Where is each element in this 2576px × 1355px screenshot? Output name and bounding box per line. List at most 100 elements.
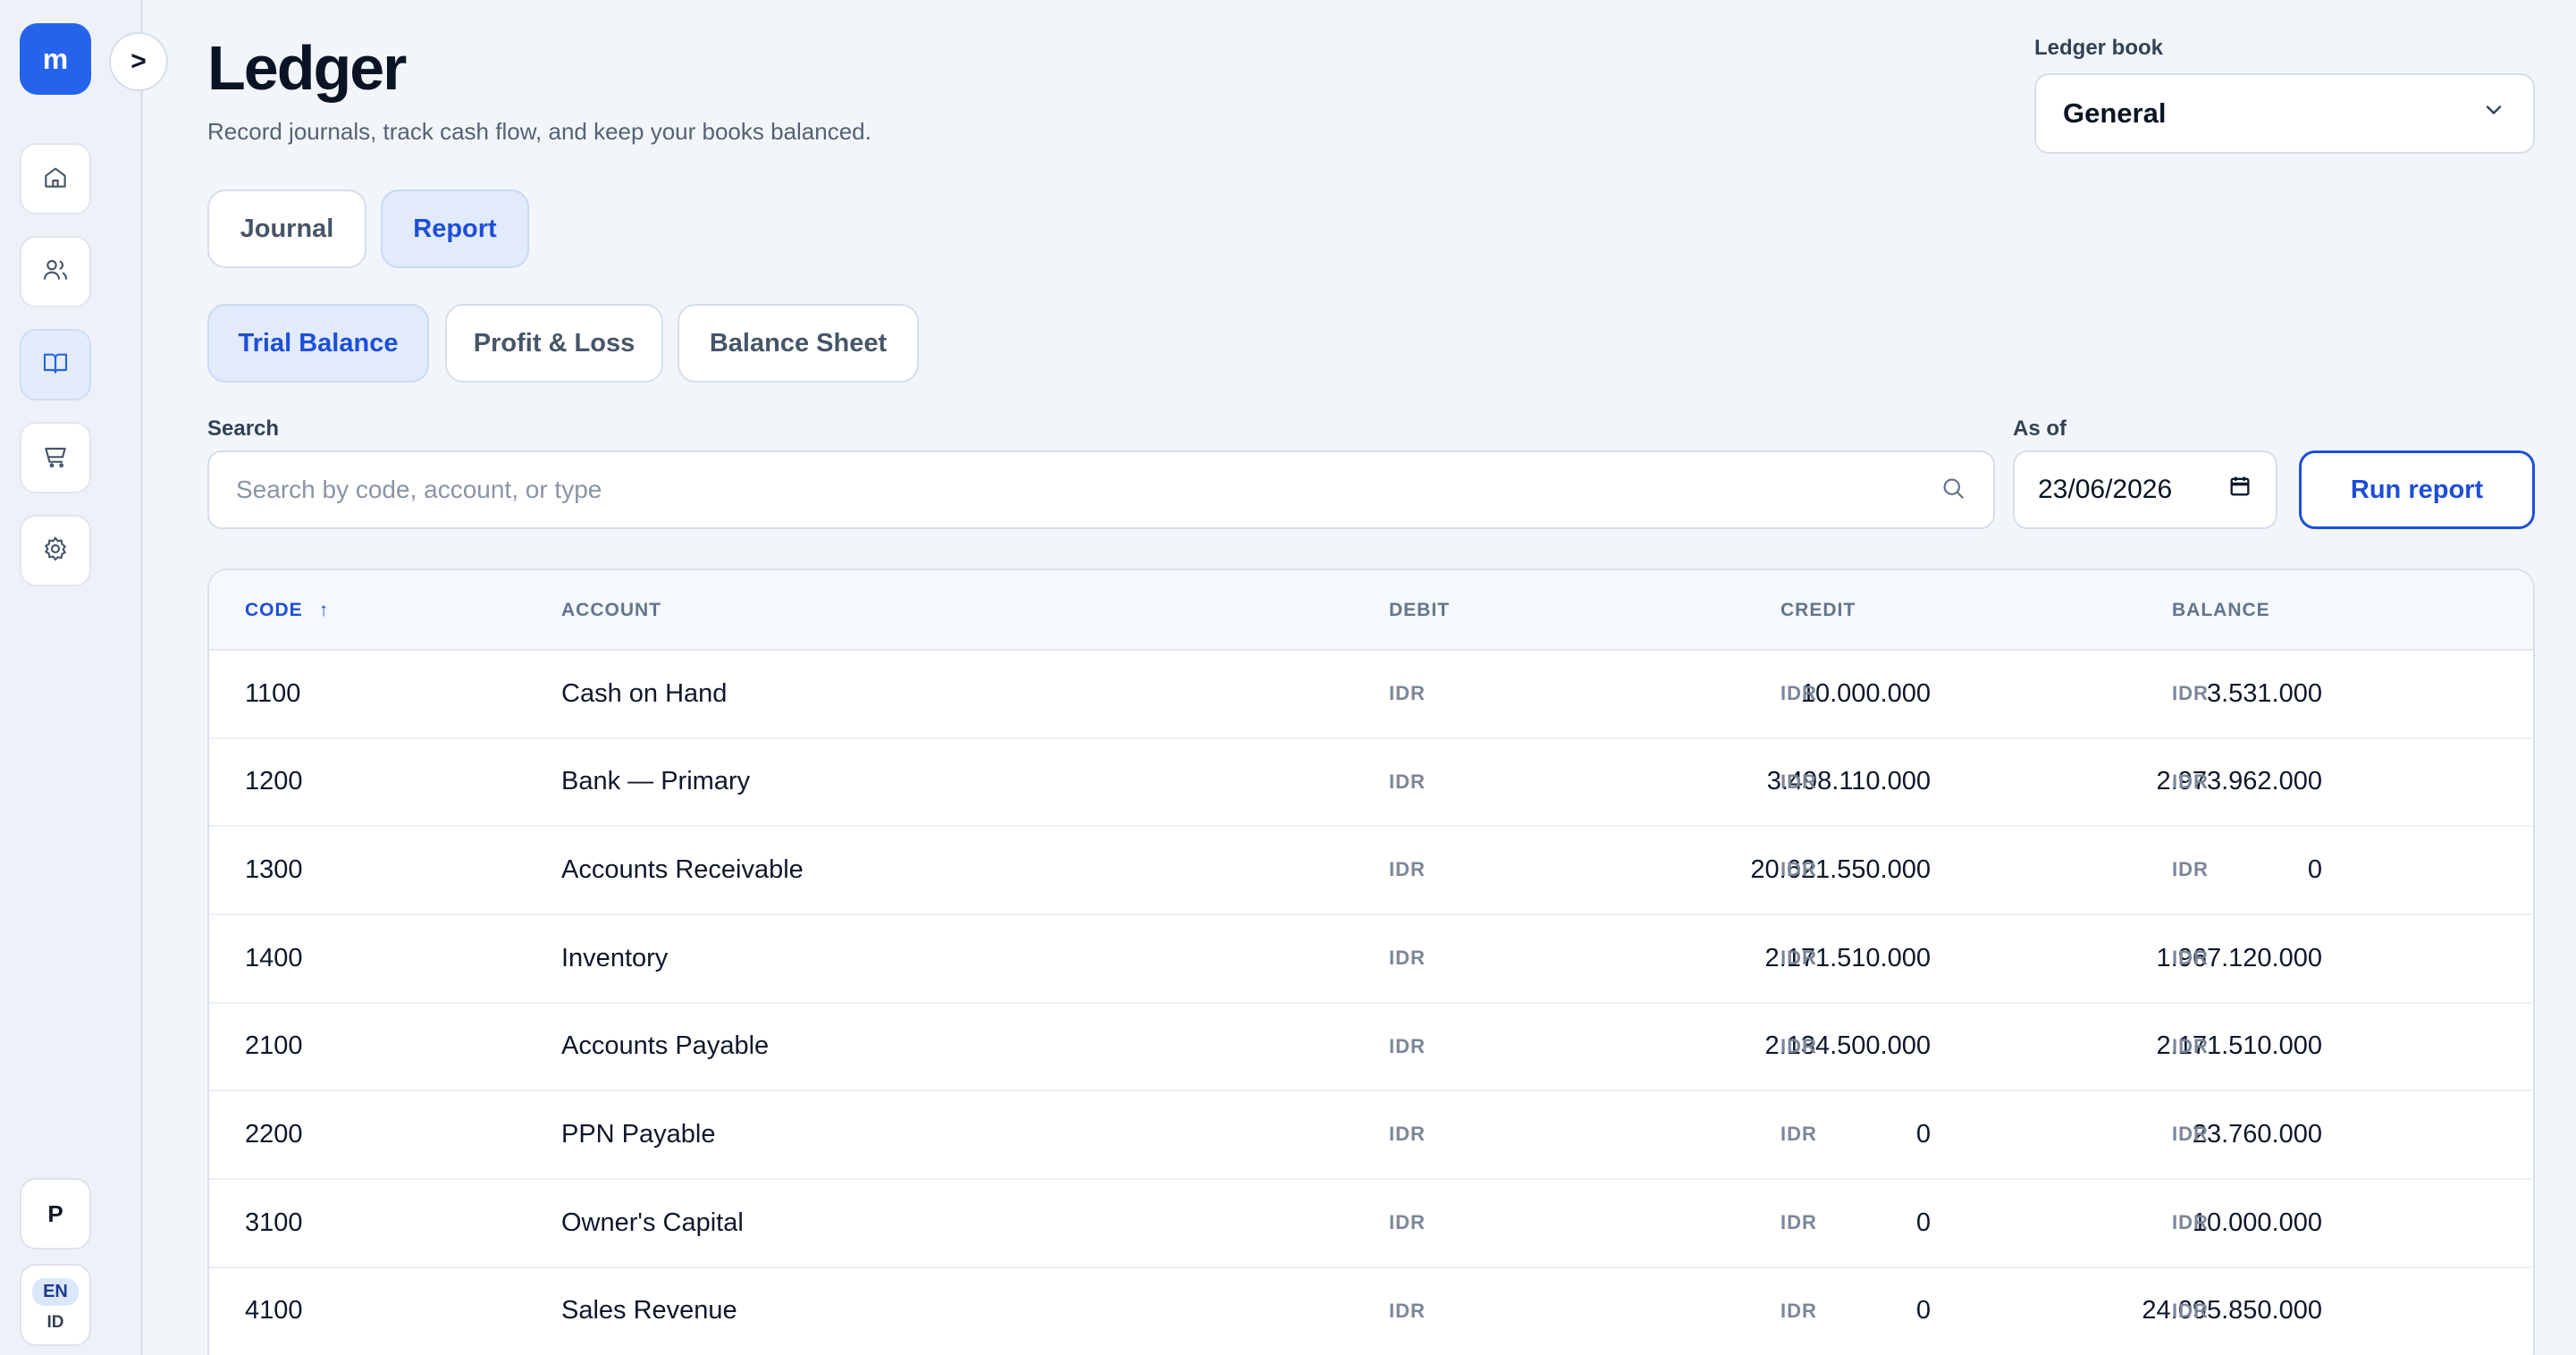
table-row[interactable]: 2100 Accounts Payable IDR 2.134.500.000 IDR 2… [209,1004,2533,1092]
cart-icon [41,442,70,475]
cell-debit-currency: IDR [1389,1211,1426,1234]
search-input[interactable] [236,476,1845,504]
cell-credit-currency: IDR [1780,947,1817,970]
sidebar-item-home[interactable] [20,143,91,215]
table-row[interactable]: 1400 Inventory IDR 2.171.510.000 IDR 1.967.12… [209,915,2533,1004]
cell-balance-currency: IDR [2172,1034,2209,1057]
table-row[interactable]: 1300 Accounts Receivable IDR 20.621.550.000… [209,827,2533,916]
cell-account: Inventory [561,943,669,972]
chevron-down-icon [2481,97,2506,130]
sidebar-collapse-button[interactable]: > [109,32,168,91]
cell-account: Owner's Capital [561,1208,744,1237]
cell-account: Accounts Receivable [561,854,804,884]
calendar-icon[interactable] [2227,474,2252,506]
column-header-code[interactable]: CODE ↑ [245,570,329,651]
cell-code: 1300 [245,854,303,884]
cell-credit-currency: IDR [1780,682,1817,704]
column-header-debit[interactable]: DEBIT [1389,570,1450,651]
cell-debit-currency: IDR [1389,947,1426,970]
column-header-credit[interactable]: CREDIT [1780,570,1856,651]
tab-report[interactable]: Report [381,189,529,268]
language-option-id[interactable]: ID [47,1313,64,1333]
sort-ascending-icon: ↑ [318,600,330,620]
cell-code: 4100 [245,1296,303,1326]
cell-account: PPN Payable [561,1119,716,1149]
search-icon[interactable] [1940,475,1966,506]
cell-debit-currency: IDR [1389,770,1426,793]
page-title: Ledger [207,33,407,103]
cell-balance-currency: IDR [2172,858,2209,881]
cell-credit-currency: IDR [1780,1034,1817,1057]
cell-credit-currency: IDR [1780,1123,1817,1146]
users-icon [41,256,70,289]
cell-code: 1400 [245,943,303,972]
cell-account: Sales Revenue [561,1296,737,1326]
cell-credit-currency: IDR [1780,1211,1817,1234]
language-switcher[interactable]: EN ID [20,1264,91,1346]
cell-balance-currency: IDR [2172,682,2209,704]
as-of-date-value: 23/06/2026 [2038,475,2173,504]
tab-trial-balance[interactable]: Trial Balance [207,304,429,383]
app-logo[interactable]: m [20,23,91,95]
cell-balance: 20.621.550.000 [2247,827,2533,913]
table-body: 1100 Cash on Hand IDR 10.000.000 IDR 3.531.00… [209,651,2533,1355]
cell-balance: 24.095.850.000 [2247,1268,2533,1354]
table-row[interactable]: 3100Owner's CapitalIDR0IDR10.000.000IDR1… [209,1180,2533,1268]
cell-balance-currency: IDR [2172,770,2209,793]
cell-code: 2100 [245,1031,303,1061]
table-header: CODE ↑ ACCOUNT DEBIT CREDIT BALANCE [209,570,2533,651]
cell-balance-currency: IDR [2172,1123,2209,1146]
home-icon [41,163,70,196]
column-header-account[interactable]: ACCOUNT [561,570,661,651]
table-row[interactable]: 4100 Sales Revenue IDR 0 IDR 24.095.850.000 ID… [209,1268,2533,1355]
cell-balance: 37.010.000 [2247,1004,2533,1090]
cell-debit-currency: IDR [1389,1123,1426,1146]
tab-journal[interactable]: Journal [207,189,366,268]
cell-credit-currency: IDR [1780,858,1817,881]
cell-account: Accounts Payable [561,1031,770,1061]
cell-debit-currency: IDR [1389,682,1426,704]
cell-code: 2200 [245,1119,303,1149]
cell-credit-currency: IDR [1780,1299,1817,1322]
search-label: Search [207,417,280,441]
cell-account: Cash on Hand [561,678,728,708]
cell-balance: 524.148.000 [2247,739,2533,825]
trial-balance-table: CODE ↑ ACCOUNT DEBIT CREDIT BALANCE 1100… [207,568,2535,1355]
gear-icon [41,534,70,568]
sidebar-item-users[interactable] [20,236,91,307]
sidebar-item-cart[interactable] [20,422,91,493]
ledger-book-label: Ledger book [2034,36,2164,60]
page-subtitle: Record journals, track cash flow, and ke… [207,118,871,145]
run-report-button[interactable]: Run report [2299,450,2535,529]
profile-button[interactable]: P [20,1178,91,1250]
cell-account: Bank — Primary [561,767,751,796]
cell-credit-currency: IDR [1780,770,1817,793]
sidebar: m P EN ID [0,0,143,1355]
table-row[interactable]: 2200PPN PayableIDR0IDR23.760.000IDR23.76… [209,1091,2533,1181]
cell-balance: 23.760.000 [2247,1091,2533,1177]
cell-debit-currency: IDR [1389,858,1426,881]
ledger-book-select[interactable]: General [2034,73,2535,154]
as-of-date-input[interactable]: 23/06/2026 [2013,450,2277,529]
sidebar-item-ledger[interactable] [20,329,91,400]
cell-debit-currency: IDR [1389,1034,1426,1057]
tab-profit-loss[interactable]: Profit & Loss [445,304,663,383]
column-header-code-label: CODE [245,600,303,620]
table-row[interactable]: 1100 Cash on Hand IDR 10.000.000 IDR 3.531.00… [209,651,2533,739]
as-of-label: As of [2013,417,2067,441]
cell-code: 3100 [245,1208,303,1237]
book-icon [41,349,70,382]
cell-code: 1200 [245,767,303,796]
cell-balance: 204.390.000 [2247,915,2533,1001]
sidebar-item-settings[interactable] [20,515,91,586]
table-row[interactable]: 1200 Bank — Primary IDR 3.498.110.000 IDR 2.9… [209,739,2533,828]
cell-code: 1100 [245,678,301,708]
cell-balance-currency: IDR [2172,1299,2209,1322]
column-header-balance[interactable]: BALANCE [2172,570,2270,651]
cell-balance-currency: IDR [2172,947,2209,970]
cell-balance: 6.469.000 [2247,651,2533,736]
language-option-en[interactable]: EN [32,1277,79,1306]
cell-balance: 10.000.000 [2247,1180,2533,1266]
ledger-book-value: General [2063,97,2167,129]
tab-balance-sheet[interactable]: Balance Sheet [678,304,919,383]
